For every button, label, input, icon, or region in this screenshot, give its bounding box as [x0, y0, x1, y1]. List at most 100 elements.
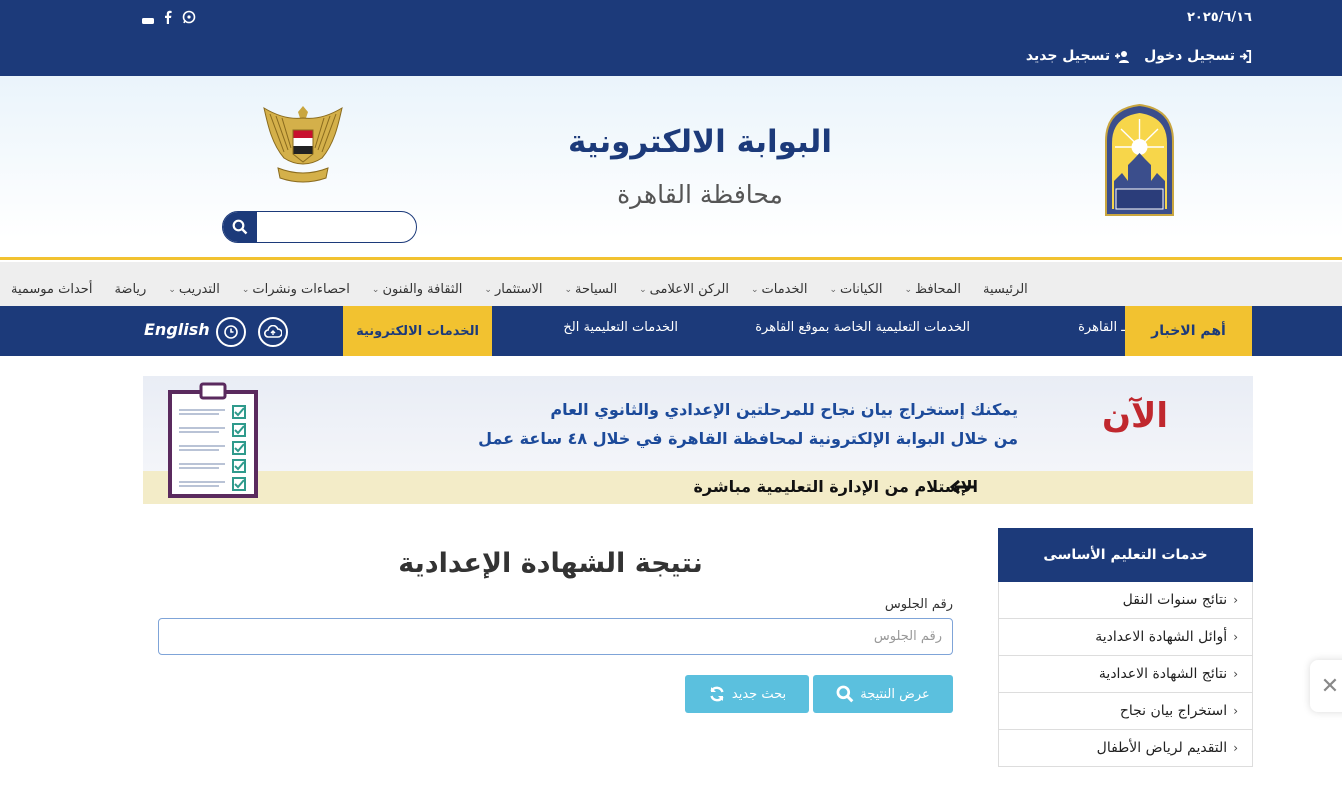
nav-item-label: الركن الاعلامى	[649, 282, 729, 297]
close-icon: ✕	[1320, 673, 1340, 699]
news-bar: أهم الاخبار ـ القاهرة الخدمات التعليمية …	[0, 306, 1342, 356]
announcement-banner[interactable]: الآن يمكنك إستخراج بيان نجاح للمرحلتين ا…	[143, 376, 1253, 504]
nav-item-label: المحافظ	[915, 282, 961, 297]
sidebar-title: خدمات التعليم الأساسى	[998, 528, 1253, 582]
nav-item-label: احصاءات ونشرات	[252, 282, 350, 297]
chevron-down-icon: ⌄	[484, 284, 492, 295]
search-box[interactable]	[222, 211, 417, 243]
sidebar-item[interactable]: ‹ أوائل الشهادة الاعدادية	[998, 619, 1253, 656]
top-bar: ٢٠٢٥/٦/١٦ تسجيل دخول تسجيل جديد You	[0, 0, 1342, 76]
clock-icon	[224, 325, 238, 339]
banner-line-2: من خلال البوابة الإلكترونية لمحافظة القا…	[478, 429, 1018, 448]
chevron-down-icon: ⌄	[829, 284, 837, 295]
sign-in-icon	[1239, 49, 1252, 63]
cairo-governorate-logo[interactable]	[1102, 103, 1177, 217]
chevron-down-icon: ⌄	[564, 284, 573, 295]
cloud-service-button[interactable]	[258, 317, 288, 347]
user-plus-icon	[1115, 50, 1130, 63]
login-link[interactable]: تسجيل دخول	[1144, 48, 1252, 64]
current-date: ٢٠٢٥/٦/١٦	[1186, 10, 1252, 25]
nav-item[interactable]: الرئيسية	[972, 273, 1039, 306]
clock-service-button[interactable]	[216, 317, 246, 347]
e-services-button[interactable]: الخدمات الالكترونية	[343, 306, 492, 356]
sidebar-item[interactable]: ‹ استخراج بيان نجاح	[998, 693, 1253, 730]
nav-item[interactable]: السياحة ⌄	[553, 273, 628, 306]
banner-line-1: يمكنك إستخراج بيان نجاح للمرحلتين الإعدا…	[550, 400, 1018, 419]
nav-item[interactable]: احصاءات ونشرات ⌄	[231, 273, 361, 306]
register-link[interactable]: تسجيل جديد	[1026, 48, 1130, 64]
youtube-icon[interactable]: You	[142, 10, 154, 24]
nav-item[interactable]: الكيانات ⌄	[818, 273, 893, 306]
search-icon	[836, 685, 854, 703]
auth-links: تسجيل دخول تسجيل جديد	[1026, 48, 1252, 64]
sidebar-item[interactable]: ‹ نتائج سنوات النقل	[998, 582, 1253, 619]
social-links: You	[142, 10, 196, 24]
new-search-button[interactable]: بحث جديد	[685, 675, 809, 713]
nav-item-label: الثقافة والفنون	[382, 282, 463, 297]
main-navigation: الرئيسية المحافظ ⌄ الكيانات ⌄ الخدمات ⌄ الركن ا…	[0, 262, 1342, 306]
nav-item-label: رياضة	[114, 282, 147, 297]
english-language-link[interactable]: English	[144, 320, 210, 339]
nav-item[interactable]: أحداث موسمية	[0, 273, 103, 306]
show-result-label: عرض النتيجة	[860, 686, 930, 702]
nav-item[interactable]: الخدمات ⌄	[740, 273, 819, 306]
chevron-down-icon: ⌄	[371, 284, 380, 295]
nav-list: الرئيسية المحافظ ⌄ الكيانات ⌄ الخدمات ⌄ الركن ا…	[0, 273, 1039, 306]
search-button[interactable]	[223, 212, 257, 242]
nav-item[interactable]: الثقافة والفنون ⌄	[361, 273, 474, 306]
close-popup-button[interactable]: ✕	[1310, 660, 1342, 712]
banner-now-text: الآن	[1102, 396, 1168, 436]
ticker-item[interactable]: الخدمات التعليمية الخ	[563, 320, 678, 335]
chevron-left-icon: ‹	[1233, 741, 1238, 755]
nav-item[interactable]: المحافظ ⌄	[893, 273, 972, 306]
seat-number-input[interactable]: رقم الجلوس	[158, 618, 953, 655]
arrow-left-icon	[949, 480, 975, 494]
chevron-down-icon: ⌄	[904, 284, 912, 295]
new-search-label: بحث جديد	[731, 686, 787, 702]
result-form: نتيجة الشهادة الإعدادية رقم الجلوس رقم ا…	[158, 548, 953, 713]
chevron-down-icon: ⌄	[750, 284, 759, 295]
nav-item[interactable]: الاستثمار ⌄	[473, 273, 553, 306]
ticker-item[interactable]: الخدمات التعليمية الخاصة بموقع القاهرة	[755, 320, 970, 335]
nav-item-label: الرئيسية	[983, 282, 1028, 297]
refresh-icon	[710, 686, 724, 702]
whatsapp-icon[interactable]	[182, 10, 196, 24]
sidebar-item-label: نتائج الشهادة الاعدادية	[1098, 666, 1228, 682]
chevron-left-icon: ‹	[1233, 704, 1238, 718]
nav-item-label: السياحة	[575, 282, 618, 297]
nav-item-label: التدريب	[178, 282, 220, 297]
banner-line-3: الإستلام من الإدارة التعليمية مباشرة	[693, 477, 978, 496]
cloud-icon	[264, 325, 282, 338]
facebook-icon[interactable]	[163, 10, 173, 24]
show-result-button[interactable]: عرض النتيجة	[813, 675, 953, 713]
sidebar-item[interactable]: ‹ التقديم لرياض الأطفال	[998, 730, 1253, 767]
nav-item-label: الكيانات	[840, 282, 883, 297]
clipboard-checklist-icon	[168, 382, 258, 498]
nav-item[interactable]: الركن الاعلامى ⌄	[628, 273, 740, 306]
nav-item-label: الخدمات	[761, 282, 808, 297]
site-header: البوابة الالكترونية محافظة القاهرة	[0, 76, 1342, 260]
login-label: تسجيل دخول	[1144, 48, 1235, 64]
sidebar-item[interactable]: ‹ نتائج الشهادة الاعدادية	[998, 656, 1253, 693]
sidebar-list: ‹ نتائج سنوات النقل ‹ أوائل الشهادة الاعداد…	[998, 582, 1253, 767]
sidebar-item-label: استخراج بيان نجاح	[1119, 703, 1228, 719]
chevron-down-icon: ⌄	[168, 284, 176, 295]
chevron-down-icon: ⌄	[639, 284, 647, 295]
basic-education-sidebar: خدمات التعليم الأساسى ‹ نتائج سنوات النقل…	[998, 528, 1253, 788]
news-ticker[interactable]: ـ القاهرة الخدمات التعليمية الخاصة بموقع…	[492, 306, 1125, 356]
egypt-eagle-emblem	[263, 106, 343, 183]
chevron-down-icon: ⌄	[241, 284, 250, 295]
form-title: نتيجة الشهادة الإعدادية	[398, 548, 703, 579]
seat-number-label: رقم الجلوس	[884, 597, 953, 612]
sidebar-item-label: التقديم لرياض الأطفال	[1096, 740, 1228, 756]
chevron-left-icon: ‹	[1233, 593, 1238, 607]
ticker-item[interactable]: ـ القاهرة	[1078, 320, 1125, 335]
chevron-left-icon: ‹	[1233, 667, 1238, 681]
nav-item[interactable]: رياضة	[103, 273, 157, 306]
portal-subtitle: محافظة القاهرة	[617, 180, 783, 209]
sidebar-item-label: أوائل الشهادة الاعدادية	[1095, 629, 1228, 645]
sidebar-item-label: نتائج سنوات النقل	[1122, 592, 1228, 608]
search-icon	[232, 219, 248, 235]
register-label: تسجيل جديد	[1025, 48, 1111, 64]
nav-item[interactable]: التدريب ⌄	[157, 273, 231, 306]
